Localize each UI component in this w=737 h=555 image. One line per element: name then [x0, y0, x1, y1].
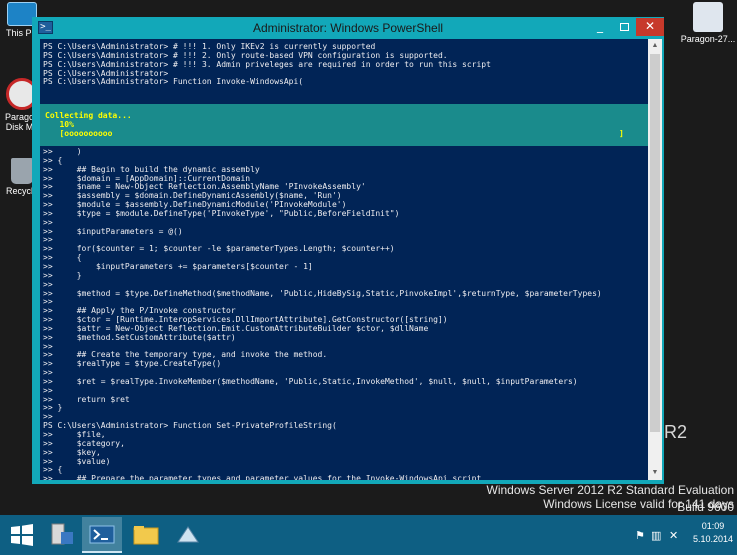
console-line: >> $key, — [43, 447, 101, 457]
taskbar-server-manager[interactable] — [42, 517, 82, 553]
console-line: >> — [43, 412, 53, 422]
system-tray: ⚑ ▥ ✕ 01:09 5.10.2014 — [617, 515, 737, 555]
console-line: >> $file, — [43, 430, 106, 439]
console-line: >> $value) — [43, 456, 111, 466]
console-line: >> $method = $type.DefineMethod($methodN… — [43, 288, 602, 298]
taskbar-paragon[interactable] — [168, 517, 208, 553]
watermark-fragment: R2 — [664, 422, 688, 442]
console-area[interactable]: PS C:\Users\Administrator> # !!! 1. Only… — [40, 39, 648, 480]
console-line: >> — [43, 279, 53, 289]
console-line: PS C:\Users\Administrator> # !!! 1. Only… — [43, 42, 376, 51]
console-line: >> — [43, 297, 53, 307]
minimize-icon: _ — [597, 19, 603, 33]
console-line: >> $module = $assembly.DefineDynamicModu… — [43, 200, 347, 210]
console-line: >> $assembly = $domain.DefineDynamicAsse… — [43, 191, 342, 201]
watermark-line-3: Build 9600 — [677, 500, 734, 514]
maximize-button[interactable] — [612, 18, 636, 36]
progress-bar: [oooooooooo — [59, 129, 113, 138]
maximize-icon — [619, 22, 629, 31]
console-line: PS C:\Users\Administrator> — [43, 68, 169, 78]
console-line: >> $name = New-Object Reflection.Assembl… — [43, 182, 366, 192]
console-line: >> — [43, 217, 53, 227]
console-line: >> ## Create the temporary type, and inv… — [43, 350, 328, 360]
scroll-up-icon[interactable]: ▲ — [648, 39, 662, 53]
start-button[interactable] — [2, 517, 42, 553]
powershell-icon — [89, 525, 115, 544]
console-line: >> } — [43, 403, 63, 413]
progress-overlay: Collecting data... 10% [oooooooooo ] — [40, 104, 648, 146]
taskbar-powershell[interactable] — [82, 517, 122, 553]
scrollbar-thumb[interactable] — [650, 54, 660, 432]
window-title: Administrator: Windows PowerShell — [252, 21, 444, 35]
progress-activity: Collecting data... — [45, 111, 132, 120]
console-line: >> $realType = $type.CreateType() — [43, 359, 222, 369]
watermark-line-1: Windows Server 2012 R2 Standard Evaluati… — [486, 483, 734, 497]
start-icon — [11, 524, 33, 546]
taskbar-file-explorer[interactable] — [126, 517, 166, 553]
console-line: >> — [43, 235, 53, 245]
recycle-bin-icon — [11, 158, 33, 184]
console-line: >> $method.SetCustomAttribute($attr) — [43, 332, 236, 342]
clock-time: 01:09 — [701, 521, 725, 531]
title-bar[interactable]: >_ Administrator: Windows PowerShell _ ✕ — [32, 17, 664, 39]
console-line: >> ## Begin to build the dynamic assembl… — [43, 164, 260, 174]
paragon-app-icon — [693, 2, 723, 32]
console-line: >> ) — [43, 147, 82, 156]
server-manager-icon — [51, 523, 73, 545]
clock-date: 5.10.2014 — [692, 534, 733, 544]
console-line: >> — [43, 341, 53, 351]
desktop-icon-paragon-app[interactable]: Paragon-27... — [680, 2, 736, 44]
console-line: >> { — [43, 465, 63, 475]
minimize-button[interactable]: _ — [588, 18, 612, 36]
console-line: >> — [43, 368, 53, 378]
close-button[interactable]: ✕ — [636, 18, 664, 36]
scroll-down-icon[interactable]: ▼ — [648, 466, 662, 480]
console-line: >> } — [43, 270, 82, 280]
progress-percent: 10% — [59, 120, 74, 129]
clock[interactable]: 01:09 5.10.2014 — [693, 520, 733, 546]
progress-bar-end: ] — [619, 129, 624, 138]
console-output-top: PS C:\Users\Administrator> # !!! 1. Only… — [43, 42, 491, 87]
console-line: >> ## Apply the P/Invoke constructor — [43, 306, 236, 316]
console-line: >> $inputParameters += $parameters[$coun… — [43, 261, 313, 271]
taskbar: ⚑ ▥ ✕ 01:09 5.10.2014 — [0, 515, 737, 555]
console-line: >> — [43, 385, 53, 395]
console-line: >> return $ret — [43, 394, 130, 404]
console-line: >> $ret = $realType.InvokeMember($method… — [43, 376, 578, 386]
console-line: >> for($counter = 1; $counter -le $param… — [43, 244, 395, 254]
close-icon: ✕ — [644, 19, 656, 33]
flag-icon[interactable]: ⚑ — [635, 529, 645, 542]
speaker-icon[interactable]: ✕ — [669, 529, 678, 542]
console-line: >> $type = $module.DefineType('PInvokeTy… — [43, 208, 400, 218]
console-output-main: >> ) >> { >> ## Begin to build the dynam… — [43, 147, 602, 480]
desktop-icon-label: Paragon-27... — [680, 34, 736, 44]
console-line: >> $category, — [43, 438, 125, 448]
console-line: PS C:\Users\Administrator> Function Invo… — [43, 77, 304, 87]
console-line: PS C:\Users\Administrator> Function Set-… — [43, 421, 337, 431]
file-explorer-icon — [133, 526, 159, 545]
console-line: >> { — [43, 253, 82, 263]
console-line: >> { — [43, 155, 63, 165]
progress-text: Collecting data... 10% [oooooooooo — [45, 111, 132, 138]
console-line: >> $attr = New-Object Reflection.Emit.Cu… — [43, 323, 429, 333]
console-line: >> $ctor = [Runtime.InteropServices.DllI… — [43, 315, 448, 325]
console-line: PS C:\Users\Administrator> # !!! 2. Only… — [43, 50, 448, 60]
paragon-taskbar-icon — [177, 526, 199, 543]
console-line: PS C:\Users\Administrator> # !!! 3. Admi… — [43, 59, 491, 69]
console-line: >> ## Prepare the parameter types and pa… — [43, 474, 482, 480]
network-icon[interactable]: ▥ — [651, 529, 661, 542]
console-line: >> $inputParameters = @() — [43, 226, 183, 236]
console-line: >> $domain = [AppDomain]::CurrentDomain — [43, 173, 251, 183]
powershell-window[interactable]: >_ Administrator: Windows PowerShell _ ✕… — [32, 17, 664, 484]
vertical-scrollbar[interactable]: ▲ ▼ — [648, 39, 662, 480]
